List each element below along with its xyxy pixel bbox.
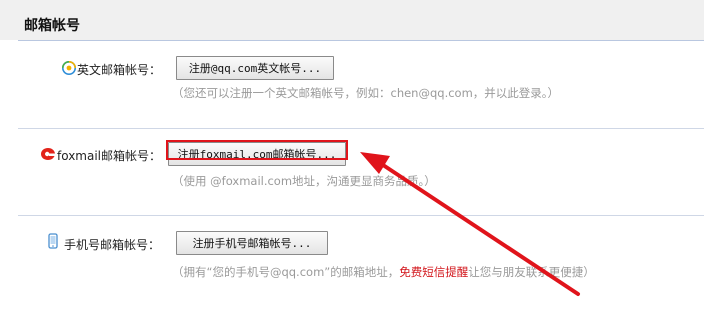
annotation-arrow	[360, 152, 580, 296]
